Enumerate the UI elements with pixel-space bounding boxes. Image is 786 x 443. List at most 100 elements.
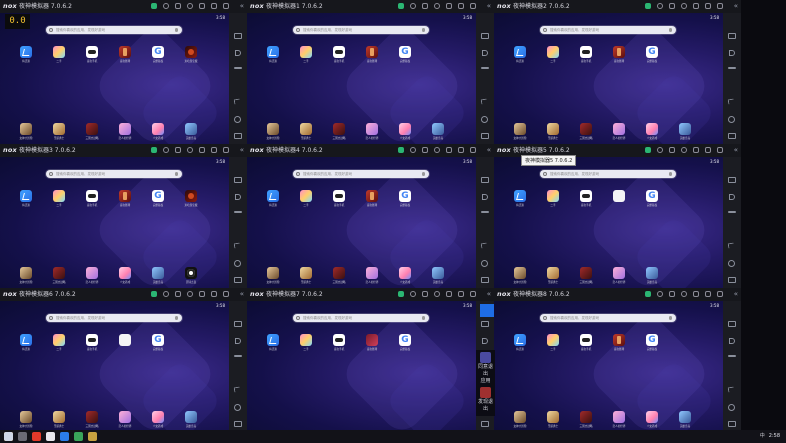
- app-item[interactable]: 三国志战略: [333, 267, 345, 284]
- wps-icon[interactable]: [32, 432, 41, 441]
- ime-indicator[interactable]: 中: [760, 430, 765, 443]
- app-item[interactable]: 恋人的世界: [119, 411, 131, 428]
- window-titlebar[interactable]: nox 夜神模拟器2 7.0.6.2 «: [494, 0, 741, 13]
- window-titlebar[interactable]: nox 夜神模拟器6 7.0.6.2 «: [0, 288, 247, 301]
- home-icon[interactable]: [234, 260, 241, 267]
- app-item[interactable]: 二手: [53, 190, 65, 207]
- app-item[interactable]: 喜欢手机: [86, 46, 98, 63]
- app-item[interactable]: 将活源: [20, 334, 32, 351]
- nox-taskbar-icon[interactable]: [88, 432, 97, 441]
- app-item[interactable]: 英雄奇兵: [432, 267, 444, 284]
- app-item[interactable]: [613, 190, 625, 207]
- app-item[interactable]: 恋人的世界: [613, 267, 625, 284]
- search-bar[interactable]: 搜索你喜欢的应用、发现好游戏: [46, 26, 182, 34]
- minimize-icon[interactable]: [693, 3, 699, 9]
- volume-icon[interactable]: [482, 338, 488, 344]
- search-bar[interactable]: 搜索你喜欢的应用、发现好游戏: [293, 26, 429, 34]
- settings-icon[interactable]: [681, 147, 687, 153]
- emulator-window[interactable]: nox 夜神模拟器1 7.0.6.2 « 3:58 搜索你喜欢的应用、发现好游戏 将活源 二…: [247, 0, 494, 144]
- emulator-window[interactable]: nox 夜神模拟器8 7.0.6.2 « 3:58 搜索你喜欢的应用、发现好游戏 将活源 二…: [494, 288, 741, 432]
- app-item[interactable]: 将活源: [267, 190, 279, 207]
- app-item[interactable]: 喜欢赛场: [613, 46, 625, 63]
- app-item[interactable]: 二手: [547, 190, 559, 207]
- app-item[interactable]: 完整版权: [152, 334, 164, 351]
- app-item[interactable]: 三国志战略: [333, 123, 345, 140]
- app-item[interactable]: 将活源: [20, 190, 32, 207]
- settings-icon[interactable]: [187, 3, 193, 9]
- maximize-icon[interactable]: [211, 147, 217, 153]
- collapse-sidebar-icon[interactable]: «: [487, 144, 491, 157]
- recent-apps-icon[interactable]: [728, 133, 736, 139]
- search-bar[interactable]: 搜索你喜欢的应用、发现好游戏: [46, 170, 182, 178]
- screenshot-icon[interactable]: [481, 33, 489, 39]
- app-item[interactable]: 少女养成: [399, 123, 411, 140]
- app-item[interactable]: 喜欢赛场: [119, 46, 131, 63]
- app-item[interactable]: 完整版权: [152, 190, 164, 207]
- app-item[interactable]: 少女养成: [119, 267, 131, 284]
- app-item[interactable]: 女神大冒险: [267, 267, 279, 284]
- maximize-icon[interactable]: [705, 147, 711, 153]
- maximize-icon[interactable]: [458, 291, 464, 297]
- app-item[interactable]: 恋人的世界: [366, 123, 378, 140]
- app-item[interactable]: 三国志战略: [53, 267, 65, 284]
- app-item[interactable]: 恋人的世界: [613, 123, 625, 140]
- app-item[interactable]: 圣诞勇士: [53, 123, 65, 140]
- home-icon[interactable]: [234, 404, 241, 411]
- maximize-icon[interactable]: [211, 3, 217, 9]
- app-item[interactable]: 将活源: [267, 46, 279, 63]
- app-item[interactable]: 三国志战略: [580, 411, 592, 428]
- screenshot-icon[interactable]: [234, 177, 242, 183]
- close-icon[interactable]: [223, 291, 229, 297]
- android-screen[interactable]: 3:58 搜索你喜欢的应用、发现好游戏将活源 二手 喜欢手机 完整版权女神大冒险 圣诞勇士…: [0, 301, 229, 432]
- search-bar[interactable]: 搜索你喜欢的应用、发现好游戏: [46, 314, 182, 322]
- app-item[interactable]: 完整版权: [646, 190, 658, 207]
- help-icon[interactable]: [657, 291, 663, 297]
- back-icon[interactable]: [480, 242, 488, 249]
- app-item[interactable]: 女神大冒险: [20, 411, 32, 428]
- settings-icon[interactable]: [434, 147, 440, 153]
- menu-icon[interactable]: [175, 3, 181, 9]
- screenshot-icon[interactable]: [728, 33, 736, 39]
- help-icon[interactable]: [657, 3, 663, 9]
- app-item[interactable]: 圣诞勇士: [547, 267, 559, 284]
- home-icon[interactable]: [728, 116, 735, 123]
- app-item[interactable]: 英雄奇兵: [432, 123, 444, 140]
- app-item[interactable]: 喜欢手机: [580, 190, 592, 207]
- menu-icon[interactable]: [422, 3, 428, 9]
- back-icon[interactable]: [727, 98, 735, 105]
- home-icon[interactable]: [481, 260, 488, 267]
- app-item[interactable]: 喜欢赛场: [366, 46, 378, 63]
- app-item[interactable]: 喜欢赛场: [119, 190, 131, 207]
- app-item[interactable]: [119, 334, 131, 351]
- app-item[interactable]: 三国志战略: [580, 123, 592, 140]
- search-bar[interactable]: 搜索你喜欢的应用、发现好游戏: [293, 170, 429, 178]
- app-item[interactable]: 米哈游宝藏: [185, 190, 197, 207]
- app-item[interactable]: 喜欢手机: [333, 46, 345, 63]
- app-item[interactable]: 喜欢手机: [333, 334, 345, 351]
- minimize-icon[interactable]: [693, 147, 699, 153]
- more-icon[interactable]: [728, 355, 736, 357]
- volume-icon[interactable]: [235, 338, 241, 344]
- search-bar[interactable]: 搜索你喜欢的应用、发现好游戏: [540, 170, 676, 178]
- app-icon[interactable]: [46, 432, 55, 441]
- app-item[interactable]: 将活源: [20, 46, 32, 63]
- settings-icon[interactable]: [434, 291, 440, 297]
- close-icon[interactable]: [717, 147, 723, 153]
- minimize-icon[interactable]: [446, 291, 452, 297]
- android-screen[interactable]: 3:58 搜索你喜欢的应用、发现好游戏将活源 二手 喜欢手机 喜欢赛场 完整版权女神大冒险…: [494, 13, 723, 144]
- app-item[interactable]: 圣诞勇士: [547, 123, 559, 140]
- app-item[interactable]: 将活源: [514, 334, 526, 351]
- menu-icon[interactable]: [175, 147, 181, 153]
- gift-icon[interactable]: [151, 291, 157, 297]
- search-bar[interactable]: 搜索你喜欢的应用、发现好游戏: [540, 26, 676, 34]
- settings-icon[interactable]: [434, 3, 440, 9]
- volume-icon[interactable]: [482, 50, 488, 56]
- app-item[interactable]: 圣诞勇士: [300, 267, 312, 284]
- help-icon[interactable]: [410, 291, 416, 297]
- app-item[interactable]: 恋人的世界: [86, 267, 98, 284]
- minimize-icon[interactable]: [693, 291, 699, 297]
- minimize-icon[interactable]: [446, 147, 452, 153]
- app-item[interactable]: 三国志战略: [86, 411, 98, 428]
- home-icon[interactable]: [234, 116, 241, 123]
- recent-apps-icon[interactable]: [234, 133, 242, 139]
